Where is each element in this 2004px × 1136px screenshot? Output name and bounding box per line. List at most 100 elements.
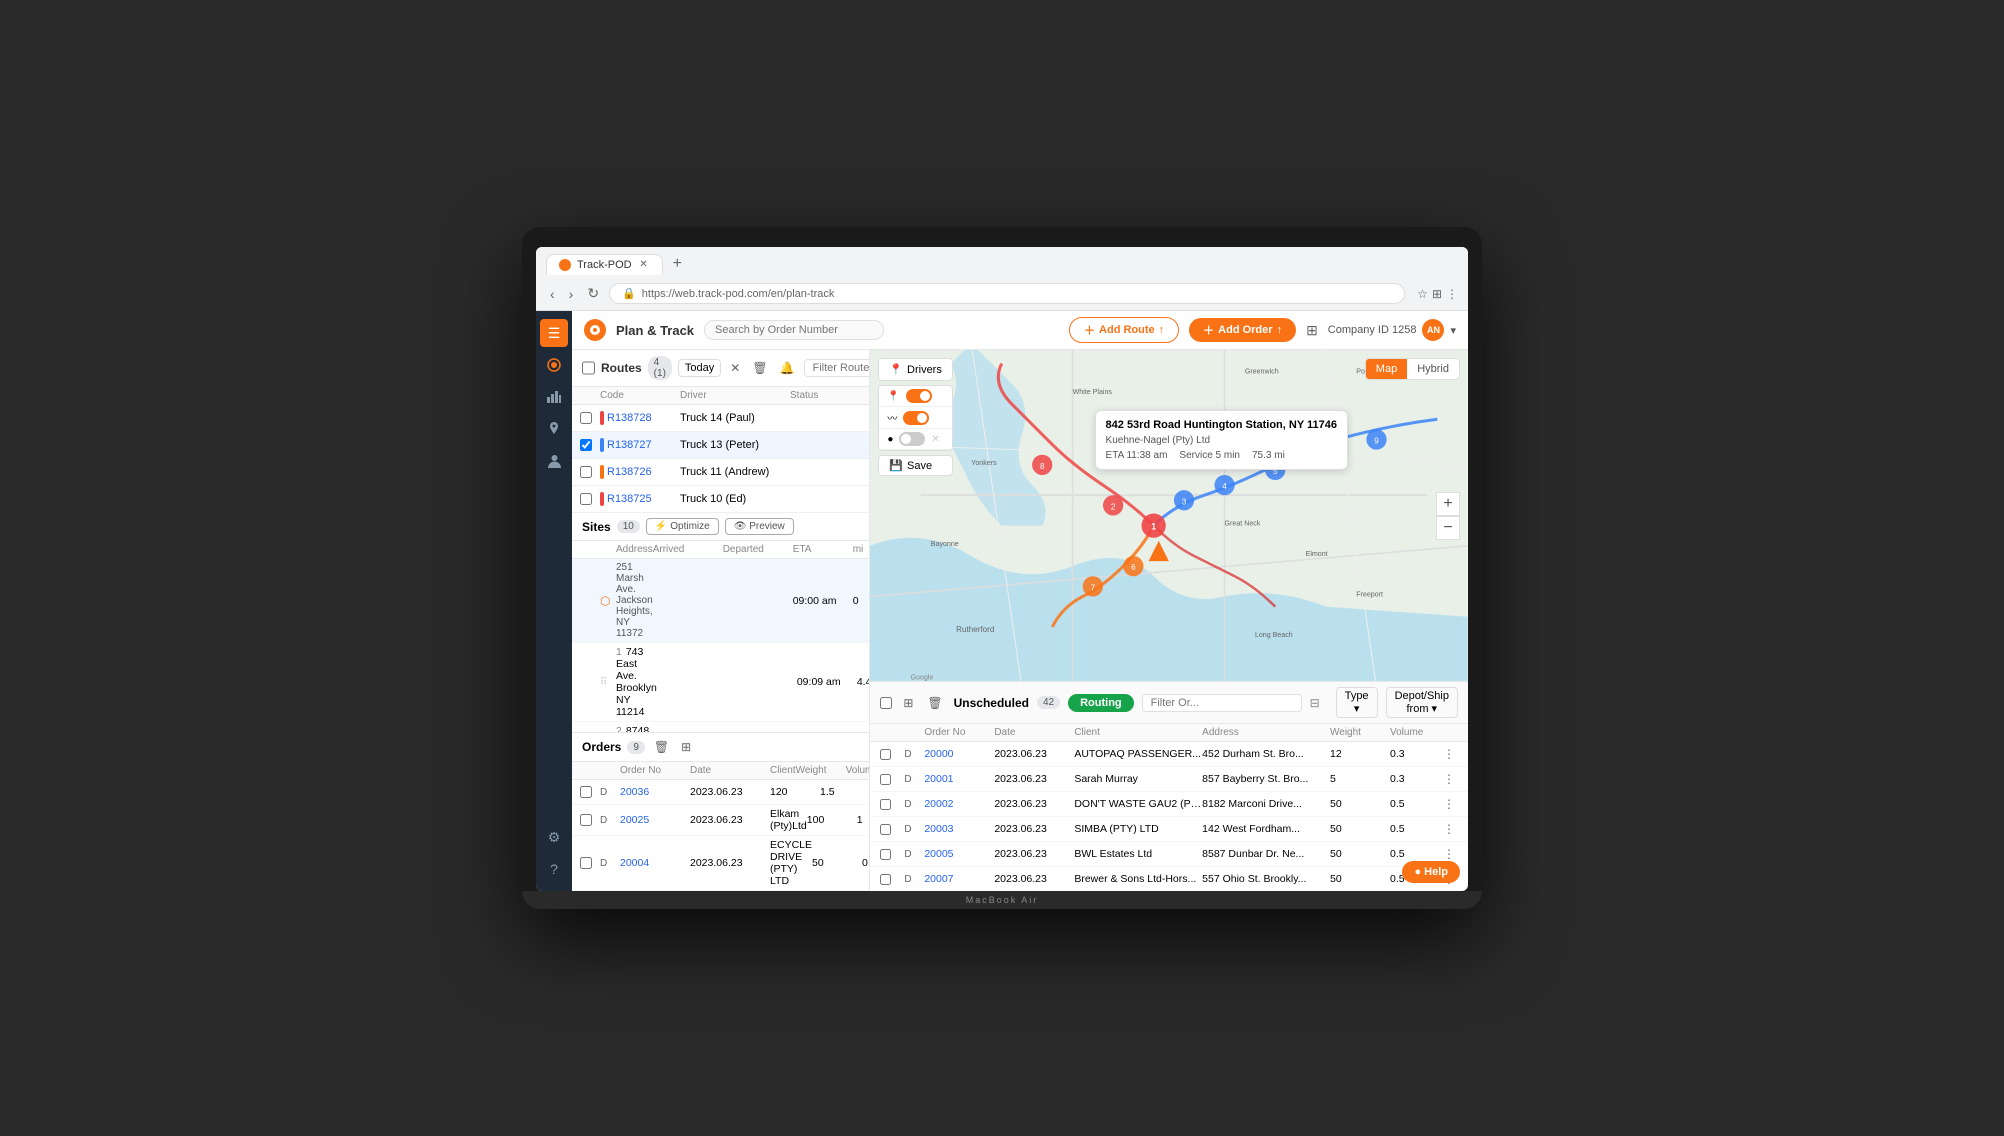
back-button[interactable]: ‹: [546, 284, 559, 304]
table-row[interactable]: R138728 Truck 14 (Paul) 620 7.1 09:00 am…: [572, 405, 869, 432]
sidebar-icon-user[interactable]: [540, 447, 568, 475]
sidebar-icon-settings[interactable]: ⚙: [540, 823, 568, 851]
depot-dropdown[interactable]: Depot/Ship from ▾: [1386, 687, 1458, 718]
unscheduled-select-all[interactable]: [880, 697, 892, 709]
table-row[interactable]: D 20003 2023.06.23 SIMBA (PTY) LTD 142 W…: [870, 817, 1468, 842]
sidebar-icon-help[interactable]: ?: [540, 855, 568, 883]
forward-button[interactable]: ›: [565, 284, 578, 304]
zoom-out-button[interactable]: −: [1436, 516, 1460, 540]
tooltip-eta: ETA 11:38 am: [1106, 450, 1168, 461]
orders-delete-icon[interactable]: 🗑: [651, 738, 672, 756]
order-checkbox[interactable]: [580, 814, 592, 826]
table-row[interactable]: D 20036 2023.06.23 Centpret Properties (…: [572, 780, 869, 805]
list-item[interactable]: ⠿ 28748 Pheasant Dr. Brooklyn, NY 11236 …: [572, 722, 869, 732]
unscheduled-filter-input[interactable]: [1142, 694, 1302, 712]
table-row[interactable]: R138725 Truck 10 (Ed) 355 3.7 09:00 am 1…: [572, 486, 869, 513]
route-code[interactable]: R138726: [600, 465, 680, 479]
unscheduled-table-header: Order No Date Client Address Weight Volu…: [870, 724, 1468, 742]
browser-tab[interactable]: Track-POD ✕: [546, 254, 663, 275]
sidebar-icon-menu[interactable]: ☰: [540, 319, 568, 347]
route-code[interactable]: R138725: [600, 492, 680, 506]
svg-text:Yonkers: Yonkers: [972, 459, 998, 467]
orders-action-icon[interactable]: ⊞: [678, 738, 694, 756]
list-item[interactable]: ⠿ 1743 East Ave. Brooklyn NY 11214 09:09…: [572, 643, 869, 722]
map-save-button[interactable]: 💾 Save: [878, 455, 953, 476]
extensions-button[interactable]: ⊞: [1432, 287, 1442, 301]
table-row[interactable]: D 20004 2023.06.23 ECYCLE DRIVE (PTY) LT…: [572, 836, 869, 891]
drivers-button[interactable]: 📍 Drivers: [878, 358, 953, 381]
bell-icon[interactable]: 🔔: [777, 359, 798, 377]
unscheduled-delete-icon[interactable]: 🗑: [924, 694, 945, 712]
table-row[interactable]: D 20007 2023.06.23 Brewer & Sons Ltd-Hor…: [870, 867, 1468, 891]
table-row[interactable]: D 20000 2023.06.23 AUTOPAQ PASSENGER... …: [870, 742, 1468, 767]
delete-icon[interactable]: 🗑: [749, 359, 770, 377]
list-item[interactable]: ⬡ 251 Marsh Ave. Jackson Heights, NY 113…: [572, 559, 869, 643]
row-menu-icon[interactable]: ⋮: [1440, 745, 1458, 763]
line-toggle[interactable]: [903, 411, 929, 425]
row-checkbox[interactable]: [880, 849, 891, 860]
order-number[interactable]: 20007: [924, 873, 994, 885]
date-picker-button[interactable]: Today: [678, 359, 721, 377]
search-input[interactable]: [704, 320, 884, 340]
grid-view-button[interactable]: ⊞: [1306, 322, 1318, 339]
order-number[interactable]: 20025: [620, 814, 690, 826]
bookmark-button[interactable]: ☆: [1417, 287, 1428, 301]
type-dropdown[interactable]: Type ▾: [1336, 687, 1378, 718]
order-checkbox[interactable]: [580, 857, 592, 869]
row-menu-icon[interactable]: ⋮: [1440, 820, 1458, 838]
row-checkbox[interactable]: [880, 799, 891, 810]
unscheduled-copy-icon[interactable]: ⊞: [900, 694, 916, 712]
clear-icon[interactable]: ✕: [727, 359, 743, 377]
url-bar[interactable]: 🔒 https://web.track-pod.com/en/plan-trac…: [609, 283, 1405, 304]
table-row[interactable]: D 20002 2023.06.23 DON'T WASTE GAU2 (PT.…: [870, 792, 1468, 817]
table-row[interactable]: D 20025 2023.06.23 Elkam (Pty)Ltd 100 1 …: [572, 805, 869, 836]
order-number[interactable]: 20005: [924, 848, 994, 860]
hybrid-view-button[interactable]: Hybrid: [1407, 359, 1459, 379]
location-toggle[interactable]: [899, 432, 925, 446]
row-checkbox[interactable]: [580, 439, 592, 451]
help-button[interactable]: ● Help: [1402, 861, 1460, 883]
order-number[interactable]: 20000: [924, 748, 994, 760]
routing-button[interactable]: Routing: [1068, 694, 1134, 712]
row-checkbox[interactable]: [580, 493, 592, 505]
row-checkbox[interactable]: [880, 749, 891, 760]
add-route-button[interactable]: ＋ Add Route ↑: [1069, 317, 1179, 343]
row-menu-icon[interactable]: ⋮: [1440, 795, 1458, 813]
preview-button[interactable]: 👁 Preview: [725, 518, 794, 535]
route-filter-input[interactable]: [804, 359, 871, 377]
map-container[interactable]: 1 2 3 4 5 6: [870, 350, 1468, 681]
order-number[interactable]: 20004: [620, 857, 690, 869]
zoom-in-button[interactable]: +: [1436, 492, 1460, 516]
row-checkbox[interactable]: [580, 412, 592, 424]
add-order-button[interactable]: ＋ Add Order ↑: [1189, 318, 1296, 342]
order-checkbox[interactable]: [580, 786, 592, 798]
refresh-button[interactable]: ↻: [583, 283, 603, 304]
drag-handle[interactable]: ⠿: [600, 677, 616, 688]
order-number[interactable]: 20003: [924, 823, 994, 835]
order-number[interactable]: 20002: [924, 798, 994, 810]
order-number[interactable]: 20036: [620, 786, 690, 798]
table-row[interactable]: D 20001 2023.06.23 Sarah Murray 857 Bayb…: [870, 767, 1468, 792]
table-row[interactable]: R138727 Truck 13 (Peter) 745 7.7 09:00 a…: [572, 432, 869, 459]
menu-button[interactable]: ⋮: [1446, 287, 1458, 301]
new-tab-button[interactable]: +: [667, 253, 688, 275]
optimize-button[interactable]: ⚡ Optimize: [646, 518, 719, 535]
route-code[interactable]: R138728: [600, 411, 680, 425]
sidebar-icon-map[interactable]: [540, 415, 568, 443]
tab-close-button[interactable]: ✕: [638, 259, 650, 271]
order-number[interactable]: 20001: [924, 773, 994, 785]
route-code[interactable]: R138727: [600, 438, 680, 452]
routes-table: R138728 Truck 14 (Paul) 620 7.1 09:00 am…: [572, 405, 869, 513]
row-checkbox[interactable]: [880, 774, 891, 785]
sidebar-icon-chart[interactable]: [540, 383, 568, 411]
table-row[interactable]: D 20005 2023.06.23 BWL Estates Ltd 8587 …: [870, 842, 1468, 867]
row-checkbox[interactable]: [880, 824, 891, 835]
routes-select-all[interactable]: [582, 361, 595, 375]
row-checkbox[interactable]: [880, 874, 891, 885]
table-row[interactable]: R138726 Truck 11 (Andrew) 767 7.7 09:00 …: [572, 459, 869, 486]
row-menu-icon[interactable]: ⋮: [1440, 770, 1458, 788]
map-view-button[interactable]: Map: [1366, 359, 1407, 379]
route-toggle[interactable]: [906, 389, 932, 403]
row-checkbox[interactable]: [580, 466, 592, 478]
sidebar-icon-route[interactable]: [540, 351, 568, 379]
